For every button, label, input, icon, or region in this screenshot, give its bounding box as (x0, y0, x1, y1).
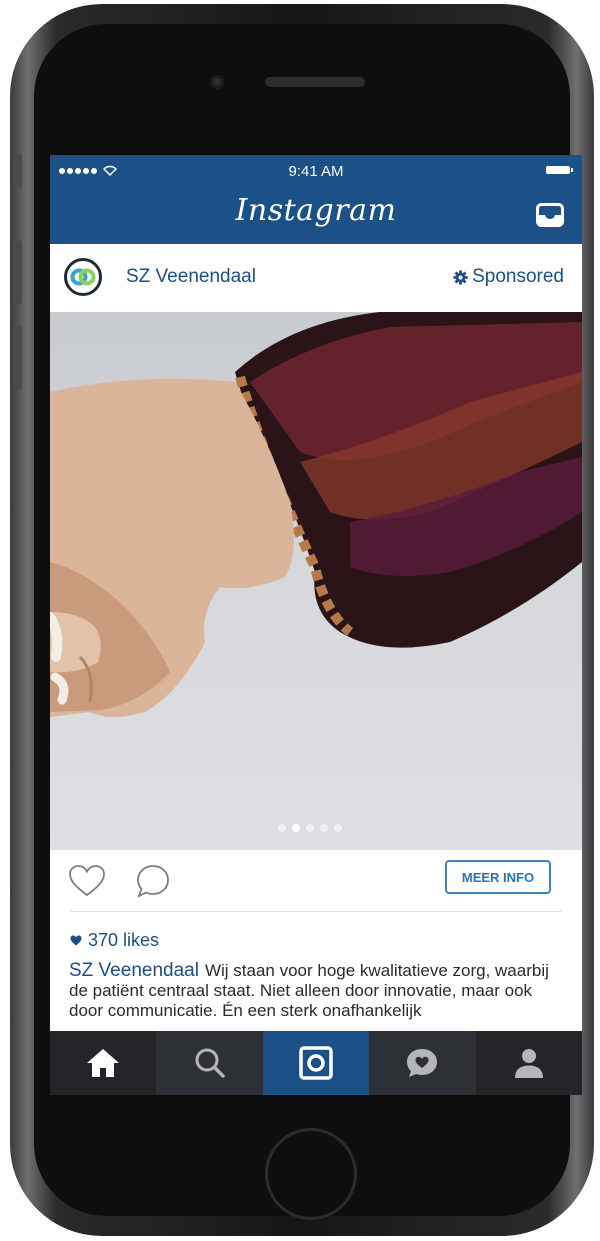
home-button[interactable] (265, 1128, 357, 1220)
avatar[interactable] (64, 258, 102, 296)
app-header: 9:41 AM Instagram (50, 155, 582, 244)
post-username[interactable]: SZ Veenendaal (126, 266, 256, 288)
front-camera (210, 75, 224, 89)
post-caption: SZ Veenendaal Wij staan voor hoge kwalita… (69, 961, 569, 1021)
carousel-dot[interactable] (334, 824, 342, 832)
mute-switch (13, 154, 22, 188)
tab-activity[interactable] (369, 1031, 476, 1095)
meer-info-button[interactable]: MEER INFO (445, 860, 551, 894)
logo-icon (70, 268, 96, 286)
post-actions: MEER INFO (50, 850, 582, 912)
carousel-dot[interactable] (306, 824, 314, 832)
heart-filled-icon (70, 935, 82, 946)
status-time: 9:41 AM (288, 163, 344, 180)
tab-camera[interactable] (262, 1031, 370, 1095)
screen: 9:41 AM Instagram SZ Veenendaal Sponsore… (50, 155, 582, 1095)
likes-count[interactable]: 370 likes (70, 930, 159, 951)
carousel-dot-active[interactable] (292, 824, 300, 832)
tab-home[interactable] (50, 1031, 157, 1095)
sponsored-label: Sponsored (453, 266, 564, 288)
comment-icon[interactable] (136, 864, 170, 898)
tab-bar (50, 1031, 582, 1095)
sponsored-text: Sponsored (472, 266, 564, 287)
carousel-pager (278, 824, 342, 832)
volume-down-button (13, 326, 22, 390)
activity-icon (407, 1049, 438, 1077)
tab-profile[interactable] (475, 1031, 582, 1095)
tab-search[interactable] (156, 1031, 263, 1095)
camera-icon (299, 1046, 333, 1080)
earpiece-speaker (265, 77, 365, 87)
volume-up-button (13, 240, 22, 304)
caption-username[interactable]: SZ Veenendaal (69, 960, 199, 981)
likes-text: 370 likes (88, 930, 160, 950)
post-header: SZ Veenendaal Sponsored (50, 244, 582, 313)
profile-icon (514, 1049, 543, 1078)
heart-icon[interactable] (68, 864, 106, 898)
divider (70, 911, 562, 912)
inbox-icon[interactable] (536, 203, 564, 227)
home-icon (87, 1049, 120, 1077)
handshake-photo (50, 312, 582, 717)
carousel-dot[interactable] (320, 824, 328, 832)
search-icon (195, 1048, 225, 1078)
post-image[interactable] (50, 312, 582, 850)
status-bar: 9:41 AM (50, 155, 582, 185)
carousel-dot[interactable] (278, 824, 286, 832)
gear-icon (453, 269, 468, 285)
battery-icon (546, 166, 573, 174)
app-title: Instagram (235, 193, 397, 228)
